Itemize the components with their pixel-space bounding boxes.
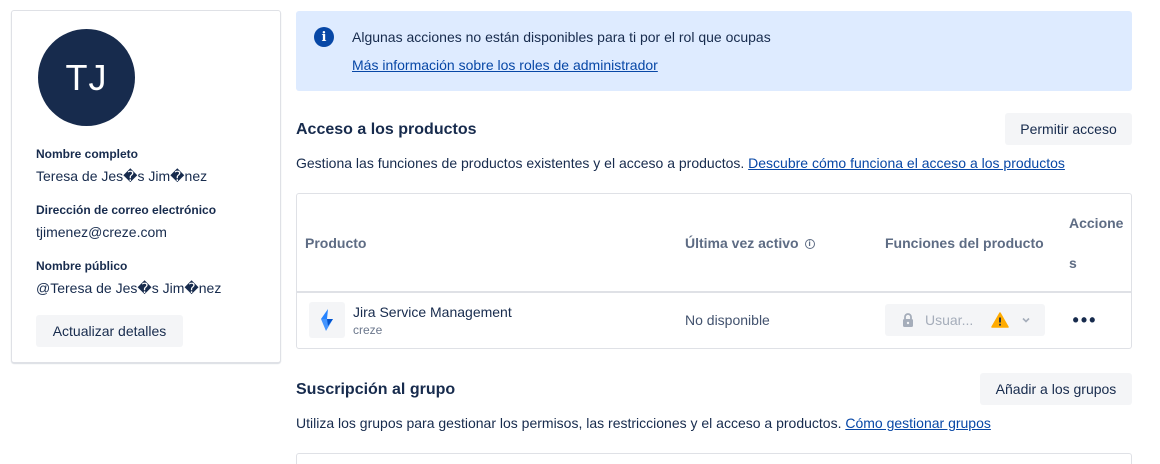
manage-groups-link[interactable]: Cómo gestionar grupos (845, 415, 991, 431)
column-header-actions-line2: s (1069, 255, 1077, 271)
product-role-select[interactable]: Usuar... (885, 304, 1045, 336)
admin-roles-link[interactable]: Más información sobre los roles de admin… (352, 57, 658, 73)
product-site: creze (353, 323, 383, 337)
product-access-table: Producto Última vez activo i Funciones de… (296, 193, 1132, 349)
info-icon[interactable]: i (804, 239, 815, 250)
chevron-down-icon (1022, 317, 1030, 323)
product-name: Jira Service Management (353, 304, 512, 320)
product-access-description-text: Gestiona las funciones de productos exis… (296, 155, 745, 171)
column-header-product: Producto (305, 235, 367, 251)
add-to-groups-button[interactable]: Añadir a los grupos (980, 373, 1132, 405)
profile-card: TJ Nombre completo Teresa de Jes�s Jim�n… (11, 10, 281, 363)
column-header-last-active-label: Última vez activo (685, 235, 799, 251)
table-header-divider (297, 291, 1131, 293)
column-header-product-roles: Funciones del producto (885, 235, 1044, 251)
grant-access-button[interactable]: Permitir acceso (1005, 113, 1132, 145)
groups-table (296, 453, 1132, 464)
warning-icon (991, 312, 1009, 328)
product-access-description: Gestiona las funciones de productos exis… (296, 155, 1065, 171)
avatar: TJ (38, 29, 135, 126)
product-role-value: Usuar... (925, 312, 974, 328)
lock-icon (903, 313, 913, 327)
product-access-title: Acceso a los productos (296, 121, 477, 138)
product-access-learn-link[interactable]: Descubre cómo funciona el acceso a los p… (748, 155, 1065, 171)
email-label: Dirección de correo electrónico (36, 203, 217, 217)
update-details-button[interactable]: Actualizar detalles (36, 315, 183, 347)
group-membership-description: Utiliza los grupos para gestionar los pe… (296, 415, 991, 431)
banner-message: Algunas acciones no están disponibles pa… (352, 29, 771, 45)
jira-service-management-icon (309, 302, 345, 338)
info-banner: i Algunas acciones no están disponibles … (296, 11, 1132, 91)
public-name-label: Nombre público (36, 259, 128, 273)
full-name-label: Nombre completo (36, 147, 139, 161)
column-header-actions-line1: Accione (1069, 215, 1124, 231)
info-icon: i (314, 27, 334, 47)
public-name-value: @Teresa de Jes�s Jim�nez (36, 280, 222, 296)
more-icon[interactable]: ••• (1065, 304, 1105, 336)
email-value: tjimenez@creze.com (36, 224, 167, 240)
group-membership-title: Suscripción al grupo (296, 381, 456, 398)
last-active-value: No disponible (685, 312, 770, 328)
full-name-value: Teresa de Jes�s Jim�nez (36, 168, 208, 184)
group-membership-description-text: Utiliza los grupos para gestionar los pe… (296, 415, 842, 431)
column-header-last-active: Última vez activo i (685, 235, 815, 251)
